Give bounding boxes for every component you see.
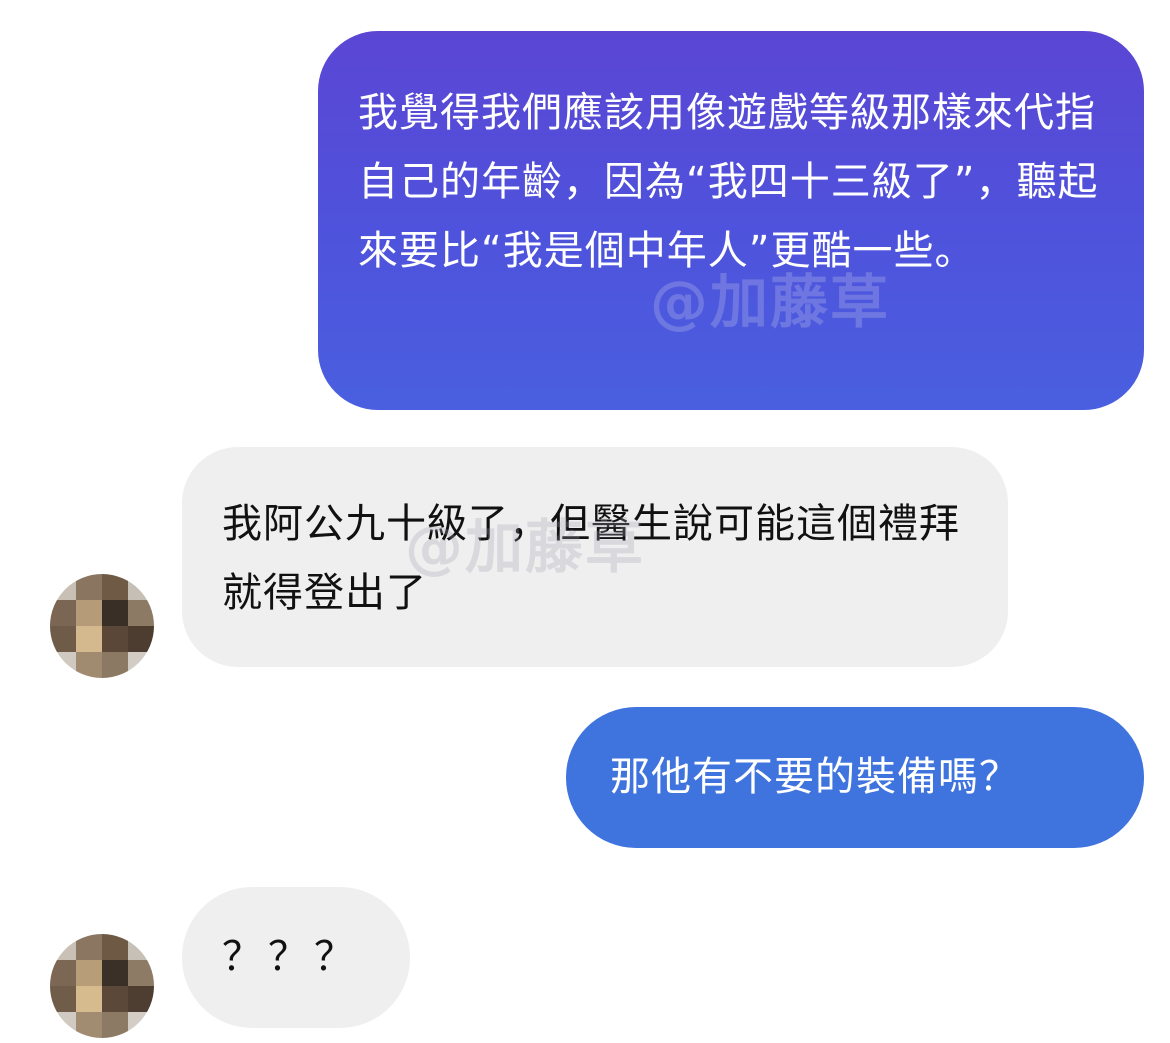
avatar-icon[interactable] <box>50 934 154 1038</box>
received-message-bubble[interactable]: ？？？ <box>182 887 410 1028</box>
received-message-bubble[interactable]: 我阿公九十級了，但醫生說可能這個禮拜就得登出了 <box>182 447 1008 667</box>
sent-message-bubble[interactable]: 那他有不要的裝備嗎？ <box>566 707 1144 848</box>
sent-message-bubble[interactable]: 我覺得我們應該用像遊戲等級那樣來代指自己的年齡，因為“我四十三級了”，聽起來要比… <box>318 31 1144 410</box>
avatar-icon[interactable] <box>50 574 154 678</box>
